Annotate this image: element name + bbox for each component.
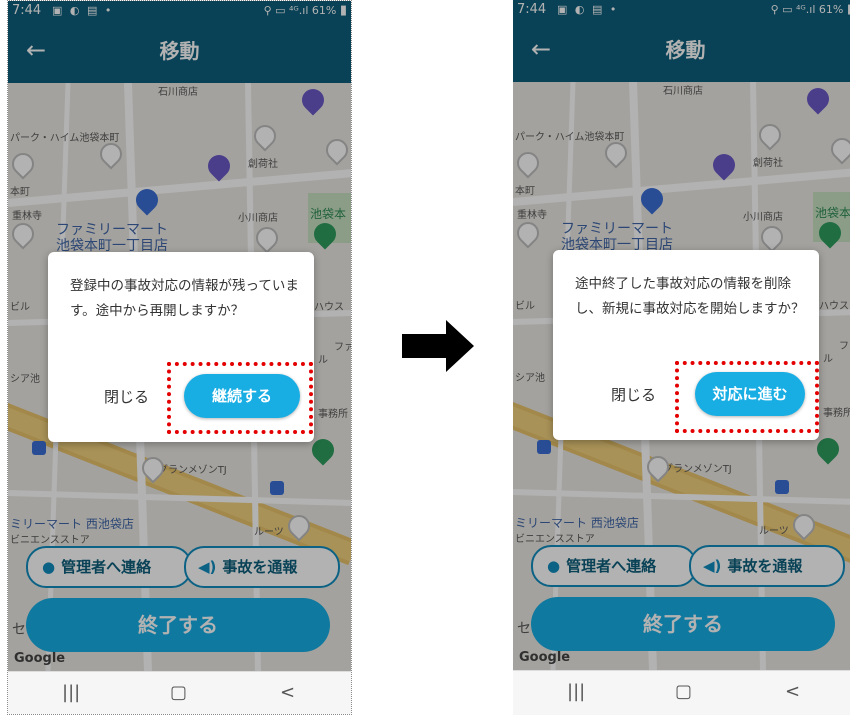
highlight-frame <box>167 362 313 434</box>
home-icon[interactable]: ▢ <box>170 682 187 703</box>
close-button[interactable]: 閉じる <box>611 384 656 405</box>
dialog-message: 登録中の事故対応の情報が残っています。途中から再開しますか？ <box>70 278 299 319</box>
dialog-message: 途中終了した事故対応の情報を削除し、新規に事故対応を開始しますか？ <box>575 276 805 317</box>
system-nav-bar: ||| ▢ < <box>513 670 850 715</box>
arrow-right-icon <box>402 320 474 372</box>
close-button[interactable]: 閉じる <box>104 386 149 407</box>
phone-screen-left: 7:44 ▣ ◐ ▤ • ⚲ ▭ ⁴ᴳ.ıl 61% ▮ ← 移動 石川商店 パ… <box>7 0 352 715</box>
recents-icon[interactable]: ||| <box>567 681 585 702</box>
highlight-frame <box>675 361 819 433</box>
back-icon[interactable]: < <box>280 682 295 703</box>
home-icon[interactable]: ▢ <box>675 681 692 702</box>
back-icon[interactable]: < <box>785 681 800 702</box>
system-nav-bar: ||| ▢ < <box>8 671 351 714</box>
recents-icon[interactable]: ||| <box>62 682 80 703</box>
phone-screen-right: 7:44 ▣ ◐ ▤ • ⚲ ▭ ⁴ᴳ.ıl 61% ▮ ← 移動 石川商店 パ… <box>513 0 850 715</box>
